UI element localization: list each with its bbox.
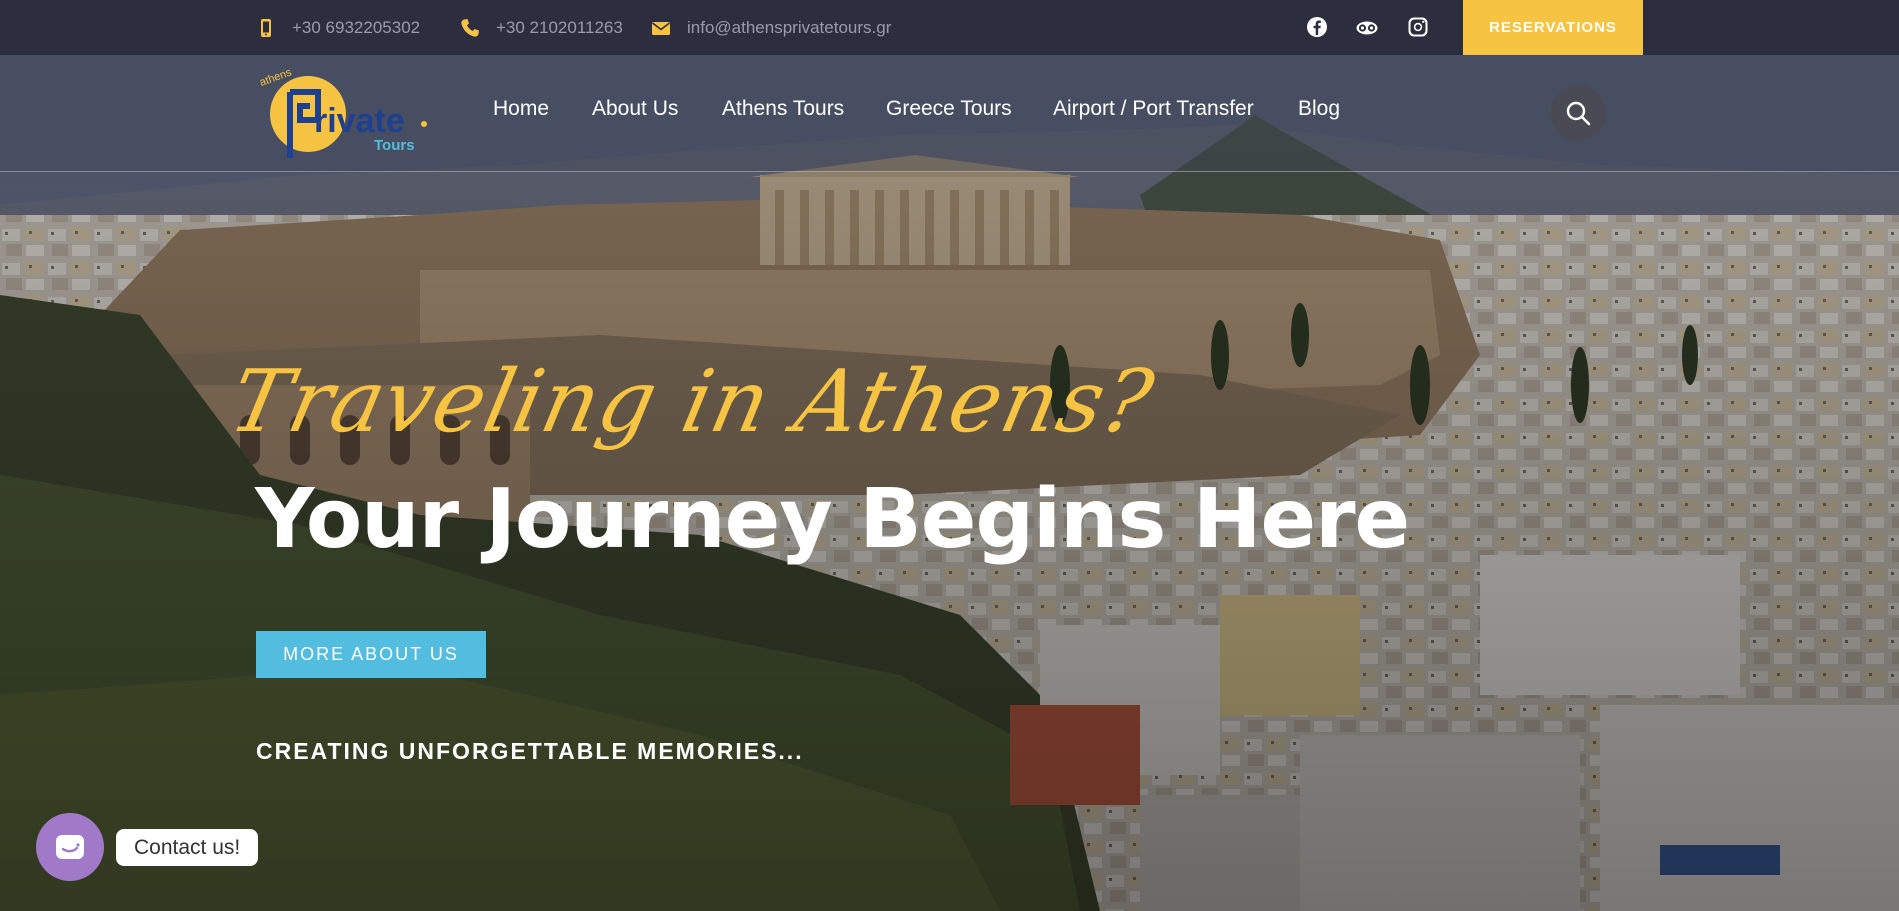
mobile-phone-icon [256, 18, 276, 38]
nav-item-greece-tours[interactable]: Greece Tours [886, 97, 1012, 121]
email-text: info@athensprivatetours.gr [687, 17, 892, 37]
logo-main-text: rivate [314, 102, 405, 140]
main-navigation: athens rivate Tours Home About Us Athens… [0, 55, 1899, 172]
nav-item-athens-tours[interactable]: Athens Tours [722, 97, 844, 121]
landline-phone-text: +30 2102011263 [496, 17, 623, 37]
site-logo[interactable]: athens rivate Tours [258, 62, 428, 162]
hero-main-title: Your Journey Begins Here [255, 472, 1410, 567]
mobile-phone-text: +30 6932205302 [292, 17, 421, 37]
envelope-icon [651, 18, 671, 38]
email-contact[interactable]: info@athensprivatetours.gr [651, 0, 891, 55]
search-button[interactable] [1550, 85, 1606, 141]
top-bar: +30 6932205302 +30 2102011263 info@athen… [0, 0, 1899, 55]
facebook-icon[interactable] [1306, 16, 1328, 38]
mobile-phone-contact[interactable]: +30 6932205302 [256, 0, 420, 55]
phone-icon [460, 18, 480, 38]
landline-phone-contact[interactable]: +30 2102011263 [460, 0, 623, 55]
more-about-us-button[interactable]: MORE ABOUT US [256, 631, 486, 678]
chat-icon [56, 835, 84, 859]
reservations-button[interactable]: RESERVATIONS [1463, 0, 1643, 55]
nav-item-home[interactable]: Home [493, 97, 549, 121]
contact-widget-label[interactable]: Contact us! [116, 829, 259, 866]
nav-item-about-us[interactable]: About Us [592, 97, 678, 121]
instagram-icon[interactable] [1407, 16, 1429, 38]
contact-widget-button[interactable] [36, 813, 104, 881]
hero-tagline: CREATING UNFORGETTABLE MEMORIES... [256, 738, 804, 764]
logo-sub-text: Tours [374, 137, 415, 154]
tripadvisor-icon[interactable] [1356, 16, 1378, 38]
nav-item-airport-port-transfer[interactable]: Airport / Port Transfer [1053, 97, 1254, 121]
nav-item-blog[interactable]: Blog [1298, 97, 1340, 121]
hero-script-title: Traveling in Athens? [221, 352, 1162, 452]
search-icon [1566, 101, 1591, 126]
